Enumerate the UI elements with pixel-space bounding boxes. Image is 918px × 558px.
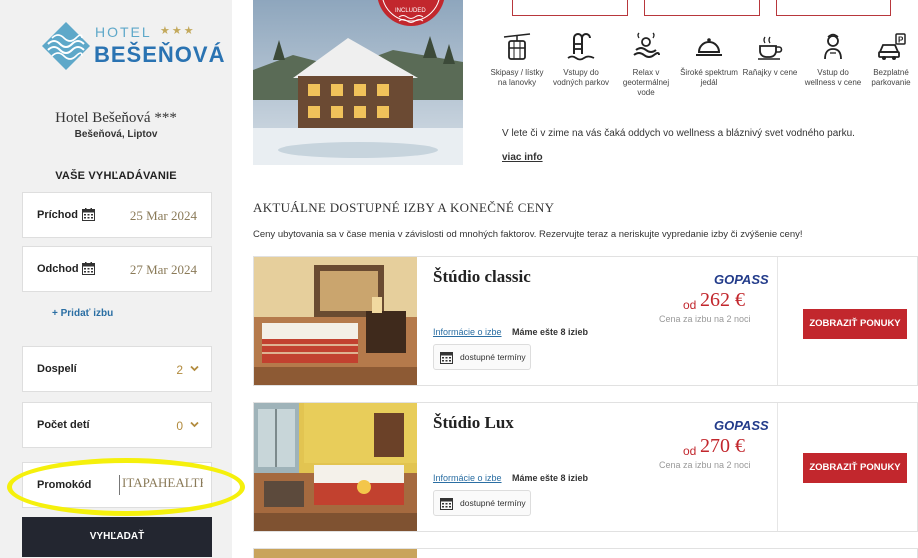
ski-lift-icon	[503, 33, 531, 60]
rooms-section-description: Ceny ubytovania sa v čase menia v závisl…	[253, 229, 803, 240]
gopass-logo: GOPASS	[714, 418, 769, 433]
hotel-photo: INCLUDED	[253, 0, 463, 165]
promo-highlight-annotation	[7, 458, 245, 516]
chevron-down-icon	[190, 365, 199, 372]
amenity-wellness: Vstup do wellness v cene	[804, 32, 862, 88]
hotel-hero-image: INCLUDED	[253, 0, 463, 165]
included-badge-text: INCLUDED	[395, 8, 426, 14]
children-value: 0	[176, 419, 183, 433]
top-tab[interactable]	[644, 0, 760, 16]
available-dates-label: dostupné termíny	[460, 352, 526, 362]
room-info-link[interactable]: Informácie o izbe	[433, 327, 502, 337]
arrival-date-field[interactable]: Príchod 25 Mar 2024	[22, 192, 212, 238]
room-card	[253, 548, 918, 558]
calendar-icon	[440, 498, 453, 510]
price-prefix: od	[683, 298, 697, 312]
calendar-icon	[440, 352, 453, 364]
hotel-location: Bešeňová, Liptov	[74, 129, 158, 140]
departure-date-value: 27 Mar 2024	[129, 262, 197, 277]
amenity-label: Raňajky v cene	[742, 68, 798, 77]
hotel-logo[interactable]: HOTEL ★★★ BEŠEŇOVÁ	[40, 16, 224, 74]
thermal-water-icon	[633, 32, 660, 58]
room-card: Štúdio Lux GOPASS od 270 € Cena za izbu …	[253, 402, 918, 532]
calendar-icon	[82, 262, 95, 275]
breakfast-icon	[758, 36, 783, 60]
hotel-name: Hotel Bešeňová ***	[55, 110, 177, 126]
room-price: 262 €	[700, 289, 745, 311]
amenity-label: Skipasy / lístky na lanovky	[490, 68, 544, 87]
price-note: Cena za izbu na 2 noci	[659, 314, 751, 324]
rooms-section-title: AKTUÁLNE DOSTUPNÉ IZBY A KONEČNÉ CENY	[253, 200, 555, 215]
available-dates-label: dostupné termíny	[460, 498, 526, 508]
rooms-left: Máme ešte 8 izieb	[512, 473, 589, 483]
amenity-parking: P Bezplatné parkovanie	[862, 32, 918, 88]
food-tray-icon	[696, 38, 722, 56]
logo-emblem-icon	[42, 22, 90, 70]
departure-date-field[interactable]: Odchod 27 Mar 2024	[22, 246, 212, 292]
rooms-left: Máme ešte 8 izieb	[512, 327, 589, 337]
amenity-label: Široké spektrum jedál	[680, 68, 738, 87]
room-info-link[interactable]: Informácie o izbe	[433, 473, 502, 483]
amenity-thermal: Relax v geotermálnej vode	[617, 32, 675, 98]
top-tab[interactable]	[776, 0, 891, 16]
room-image[interactable]	[254, 403, 417, 531]
adults-value: 2	[176, 363, 183, 377]
calendar-icon	[82, 208, 95, 221]
amenity-label: Vstupy do vodných parkov	[552, 68, 610, 87]
room-image[interactable]	[254, 257, 417, 385]
children-select[interactable]: Počet detí 0	[22, 402, 212, 448]
room-photo	[254, 403, 417, 531]
room-price: 270 €	[700, 435, 745, 457]
top-tab[interactable]	[512, 0, 628, 16]
hotel-intro-text: V lete či v zime na vás čaká oddych vo w…	[502, 128, 855, 139]
pool-ladder-icon	[567, 33, 595, 61]
room-image[interactable]	[254, 549, 417, 558]
amenity-label: Vstup do wellness v cene	[804, 68, 862, 87]
adults-label: Dospelí	[37, 363, 77, 375]
card-divider	[777, 257, 778, 385]
room-card: Štúdio classic GOPASS od 262 € Cena za i…	[253, 256, 918, 386]
search-title: VAŠE VYHĽADÁVANIE	[55, 170, 177, 182]
chevron-down-icon	[190, 421, 199, 428]
search-button[interactable]: VYHĽADAŤ	[22, 517, 212, 557]
amenity-label: Bezplatné parkovanie	[871, 68, 911, 87]
gopass-logo: GOPASS	[714, 272, 769, 287]
amenity-breakfast: Raňajky v cene	[741, 32, 799, 78]
amenity-label: Relax v geotermálnej vode	[622, 68, 670, 97]
departure-label: Odchod	[37, 263, 79, 275]
parking-icon: P	[878, 33, 906, 60]
amenity-skipass: Skipasy / lístky na lanovky	[488, 32, 546, 88]
arrival-date-value: 25 Mar 2024	[129, 208, 197, 223]
card-divider	[777, 403, 778, 531]
room-name: Štúdio Lux	[433, 413, 514, 432]
more-info-link[interactable]: viac info	[502, 152, 543, 163]
logo-stars: ★★★	[160, 25, 196, 37]
available-dates-button[interactable]: dostupné termíny	[433, 344, 531, 370]
adults-select[interactable]: Dospelí 2	[22, 346, 212, 392]
room-name: Štúdio classic	[433, 267, 531, 286]
show-offers-button[interactable]: ZOBRAZIŤ PONUKY	[803, 309, 907, 339]
svg-text:P: P	[898, 36, 904, 45]
show-offers-button[interactable]: ZOBRAZIŤ PONUKY	[803, 453, 907, 483]
room-photo	[254, 257, 417, 385]
price-note: Cena za izbu na 2 noci	[659, 460, 751, 470]
add-room-link[interactable]: + Pridať izbu	[52, 308, 113, 319]
logo-hotel-text: HOTEL	[95, 24, 152, 40]
price-prefix: od	[683, 444, 697, 458]
logo-hotel-name: BEŠEŇOVÁ	[94, 42, 226, 67]
wellness-icon	[824, 33, 842, 60]
children-label: Počet detí	[37, 419, 90, 431]
amenity-food: Široké spektrum jedál	[680, 32, 738, 88]
amenity-waterpark: Vstupy do vodných parkov	[552, 32, 610, 88]
arrival-label: Príchod	[37, 209, 78, 221]
available-dates-button[interactable]: dostupné termíny	[433, 490, 531, 516]
